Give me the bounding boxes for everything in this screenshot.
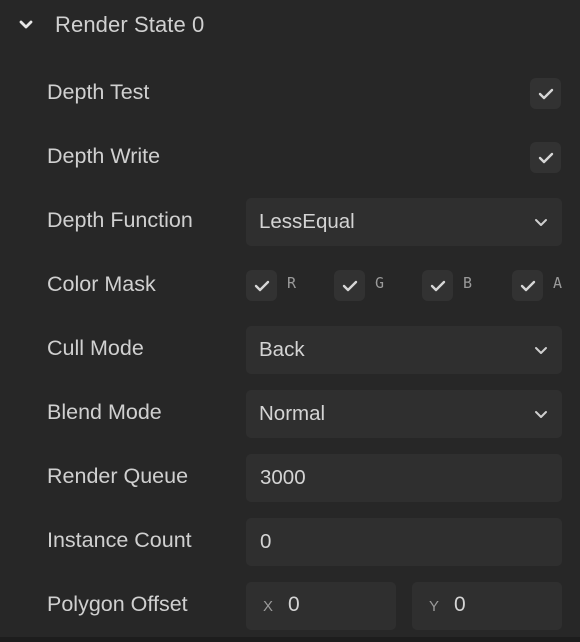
bottom-divider <box>0 637 580 642</box>
row-depth-function: Depth Function LessEqual <box>0 198 580 246</box>
x-axis-label: X <box>263 598 274 615</box>
channel-b-label: B <box>463 274 473 292</box>
color-mask-g-checkbox[interactable] <box>334 270 365 301</box>
checkmark-icon <box>254 280 269 291</box>
instance-count-label: Instance Count <box>47 528 192 552</box>
depth-function-value: LessEqual <box>259 210 355 233</box>
depth-write-label: Depth Write <box>47 144 161 168</box>
chevron-down-icon <box>535 411 547 418</box>
polygon-offset-label: Polygon Offset <box>47 592 188 616</box>
render-queue-input[interactable]: 3000 <box>246 454 562 502</box>
checkmark-icon <box>520 280 535 291</box>
row-polygon-offset: Polygon Offset X 0 Y 0 <box>0 582 580 630</box>
depth-test-checkbox[interactable] <box>530 78 561 109</box>
depth-write-checkbox[interactable] <box>530 142 561 173</box>
row-depth-test: Depth Test <box>0 70 580 118</box>
checkmark-icon <box>538 152 553 163</box>
cull-mode-label: Cull Mode <box>47 336 144 360</box>
channel-r-label: R <box>287 274 297 292</box>
row-color-mask: Color Mask R G B A <box>0 262 580 310</box>
depth-test-label: Depth Test <box>47 80 150 104</box>
channel-a-label: A <box>553 274 563 292</box>
cull-mode-select[interactable]: Back <box>246 326 562 374</box>
instance-count-value: 0 <box>260 530 272 553</box>
row-instance-count: Instance Count 0 <box>0 518 580 566</box>
row-depth-write: Depth Write <box>0 134 580 182</box>
blend-mode-label: Blend Mode <box>47 400 162 424</box>
chevron-down-icon <box>535 347 547 354</box>
chevron-down-icon[interactable] <box>18 18 34 32</box>
depth-function-label: Depth Function <box>47 208 193 232</box>
blend-mode-value: Normal <box>259 402 326 425</box>
color-mask-label: Color Mask <box>47 272 156 296</box>
row-render-queue: Render Queue 3000 <box>0 454 580 502</box>
section-title: Render State 0 <box>55 12 205 37</box>
polygon-offset-y-input[interactable]: Y 0 <box>412 582 562 630</box>
polygon-offset-y-value: 0 <box>454 593 466 616</box>
color-mask-r-checkbox[interactable] <box>246 270 277 301</box>
color-mask-b-checkbox[interactable] <box>422 270 453 301</box>
render-queue-value: 3000 <box>260 466 306 489</box>
polygon-offset-x-value: 0 <box>288 593 300 616</box>
row-blend-mode: Blend Mode Normal <box>0 390 580 438</box>
checkmark-icon <box>538 88 553 99</box>
row-cull-mode: Cull Mode Back <box>0 326 580 374</box>
color-mask-a-checkbox[interactable] <box>512 270 543 301</box>
channel-g-label: G <box>375 274 385 292</box>
checkmark-icon <box>342 280 357 291</box>
chevron-down-icon <box>535 219 547 226</box>
cull-mode-value: Back <box>259 338 305 361</box>
instance-count-input[interactable]: 0 <box>246 518 562 566</box>
render-queue-label: Render Queue <box>47 464 189 488</box>
polygon-offset-x-input[interactable]: X 0 <box>246 582 396 630</box>
section-header[interactable]: Render State 0 <box>0 0 580 52</box>
blend-mode-select[interactable]: Normal <box>246 390 562 438</box>
checkmark-icon <box>430 280 445 291</box>
depth-function-select[interactable]: LessEqual <box>246 198 562 246</box>
y-axis-label: Y <box>429 598 440 615</box>
